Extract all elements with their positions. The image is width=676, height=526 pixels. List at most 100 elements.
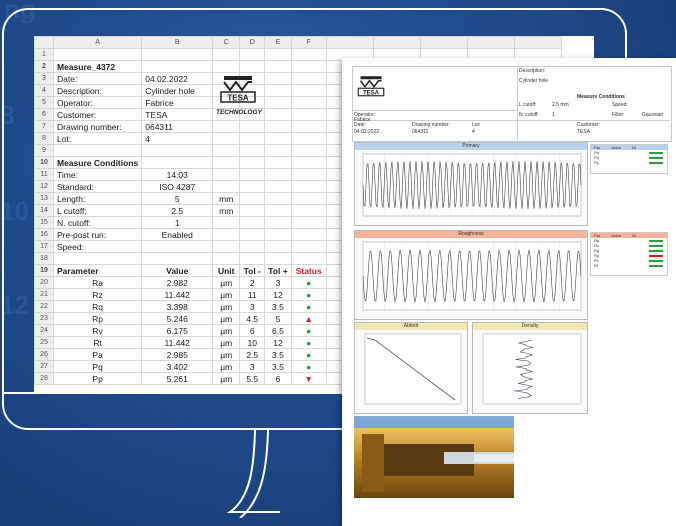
sheet-cell[interactable]	[212, 240, 241, 253]
sheet-cell[interactable]	[212, 48, 241, 61]
sheet-cell[interactable]: 2.5	[141, 204, 214, 217]
sheet-cell[interactable]: µm	[212, 324, 241, 337]
row-number[interactable]: 19	[34, 264, 54, 277]
sheet-cell[interactable]	[52, 252, 143, 265]
sheet-cell[interactable]: ●	[290, 324, 327, 337]
sheet-cell[interactable]: 5.246	[141, 312, 214, 325]
sheet-cell[interactable]: 11.442	[141, 288, 214, 301]
sheet-cell[interactable]	[212, 168, 241, 181]
sheet-cell[interactable]	[290, 192, 327, 205]
sheet-cell[interactable]: L cutoff:	[52, 204, 143, 217]
row-number[interactable]: 22	[34, 300, 54, 313]
sheet-cell[interactable]	[212, 180, 241, 193]
sheet-cell[interactable]	[264, 180, 292, 193]
sheet-cell[interactable]	[264, 72, 292, 85]
sheet-cell[interactable]	[290, 60, 327, 73]
sheet-cell[interactable]: Pre-post run:	[52, 228, 143, 241]
sheet-cell[interactable]: 5.5	[239, 372, 266, 385]
sheet-cell[interactable]: ●	[290, 336, 327, 349]
row-number[interactable]: 28	[34, 372, 54, 385]
sheet-cell[interactable]: 12	[264, 336, 292, 349]
row-number[interactable]: 9	[34, 144, 54, 157]
sheet-cell[interactable]: Tol -	[239, 264, 266, 277]
sheet-cell[interactable]	[239, 240, 266, 253]
sheet-cell[interactable]	[239, 252, 266, 265]
col-header[interactable]: C	[212, 36, 241, 49]
sheet-cell[interactable]: 04.02.2022	[141, 72, 214, 85]
sheet-cell[interactable]: 3.5	[264, 300, 292, 313]
row-number[interactable]: 2	[34, 60, 54, 73]
sheet-cell[interactable]: µm	[212, 360, 241, 373]
sheet-cell[interactable]: 3.5	[264, 360, 292, 373]
sheet-cell[interactable]: 3.5	[264, 348, 292, 361]
row-number[interactable]: 16	[34, 228, 54, 241]
sheet-cell[interactable]	[290, 180, 327, 193]
row-number[interactable]: 20	[34, 276, 54, 289]
sheet-cell[interactable]: Unit	[212, 264, 241, 277]
sheet-cell[interactable]	[264, 216, 292, 229]
sheet-cell[interactable]: Description:	[52, 84, 143, 97]
col-header[interactable]: B	[141, 36, 214, 49]
sheet-cell[interactable]	[264, 240, 292, 253]
sheet-cell[interactable]	[264, 96, 292, 109]
sheet-cell[interactable]	[290, 132, 327, 145]
sheet-cell[interactable]	[290, 156, 327, 169]
row-number[interactable]: 1	[34, 48, 54, 61]
row-number[interactable]: 5	[34, 96, 54, 109]
sheet-cell[interactable]: ●	[290, 276, 327, 289]
sheet-cell[interactable]: µm	[212, 372, 241, 385]
sheet-cell[interactable]	[52, 144, 143, 157]
sheet-cell[interactable]: Drawing number:	[52, 120, 143, 133]
sheet-cell[interactable]	[290, 216, 327, 229]
sheet-cell[interactable]	[239, 60, 266, 73]
sheet-cell[interactable]: 6.5	[264, 324, 292, 337]
sheet-cell[interactable]: 2.985	[141, 348, 214, 361]
sheet-cell[interactable]: 11	[239, 288, 266, 301]
sheet-cell[interactable]	[239, 228, 266, 241]
sheet-cell[interactable]	[212, 144, 241, 157]
sheet-cell[interactable]	[290, 84, 327, 97]
sheet-cell[interactable]: Tol +	[264, 264, 292, 277]
sheet-cell[interactable]	[290, 96, 327, 109]
row-number[interactable]: 13	[34, 192, 54, 205]
sheet-cell[interactable]	[141, 60, 214, 73]
sheet-cell[interactable]	[52, 48, 143, 61]
sheet-cell[interactable]	[212, 228, 241, 241]
sheet-cell[interactable]	[239, 144, 266, 157]
sheet-cell[interactable]: Measure_4372	[52, 60, 143, 73]
sheet-cell[interactable]	[212, 60, 241, 73]
sheet-cell[interactable]: N. cutoff:	[52, 216, 143, 229]
sheet-cell[interactable]	[212, 216, 241, 229]
col-header[interactable]: F	[290, 36, 327, 49]
sheet-cell[interactable]: ▼	[290, 372, 327, 385]
sheet-cell[interactable]: mm	[212, 192, 241, 205]
sheet-cell[interactable]: 4.5	[239, 312, 266, 325]
sheet-cell[interactable]: 14:03	[141, 168, 214, 181]
sheet-cell[interactable]: µm	[212, 276, 241, 289]
sheet-cell[interactable]: 6	[239, 324, 266, 337]
row-number[interactable]: 24	[34, 324, 54, 337]
sheet-cell[interactable]	[290, 240, 327, 253]
sheet-cell[interactable]: Rt	[52, 336, 143, 349]
sheet-cell[interactable]	[264, 228, 292, 241]
sheet-cell[interactable]	[290, 120, 327, 133]
row-number[interactable]: 7	[34, 120, 54, 133]
sheet-cell[interactable]: 3.398	[141, 300, 214, 313]
row-number[interactable]: 14	[34, 204, 54, 217]
sheet-cell[interactable]: 1	[141, 216, 214, 229]
sheet-cell[interactable]: 2	[239, 276, 266, 289]
sheet-cell[interactable]	[290, 144, 327, 157]
sheet-cell[interactable]: 2.982	[141, 276, 214, 289]
sheet-cell[interactable]: Enabled	[141, 228, 214, 241]
sheet-cell[interactable]: 064311	[141, 120, 214, 133]
row-number[interactable]: 15	[34, 216, 54, 229]
sheet-cell[interactable]: Rq	[52, 300, 143, 313]
row-number[interactable]: 10	[34, 156, 54, 169]
sheet-cell[interactable]	[290, 72, 327, 85]
sheet-cell[interactable]: ●	[290, 300, 327, 313]
sheet-cell[interactable]: Cylinder hole	[141, 84, 214, 97]
sheet-cell[interactable]: µm	[212, 288, 241, 301]
sheet-cell[interactable]: ●	[290, 360, 327, 373]
sheet-cell[interactable]: Standard:	[52, 180, 143, 193]
sheet-cell[interactable]	[239, 156, 266, 169]
